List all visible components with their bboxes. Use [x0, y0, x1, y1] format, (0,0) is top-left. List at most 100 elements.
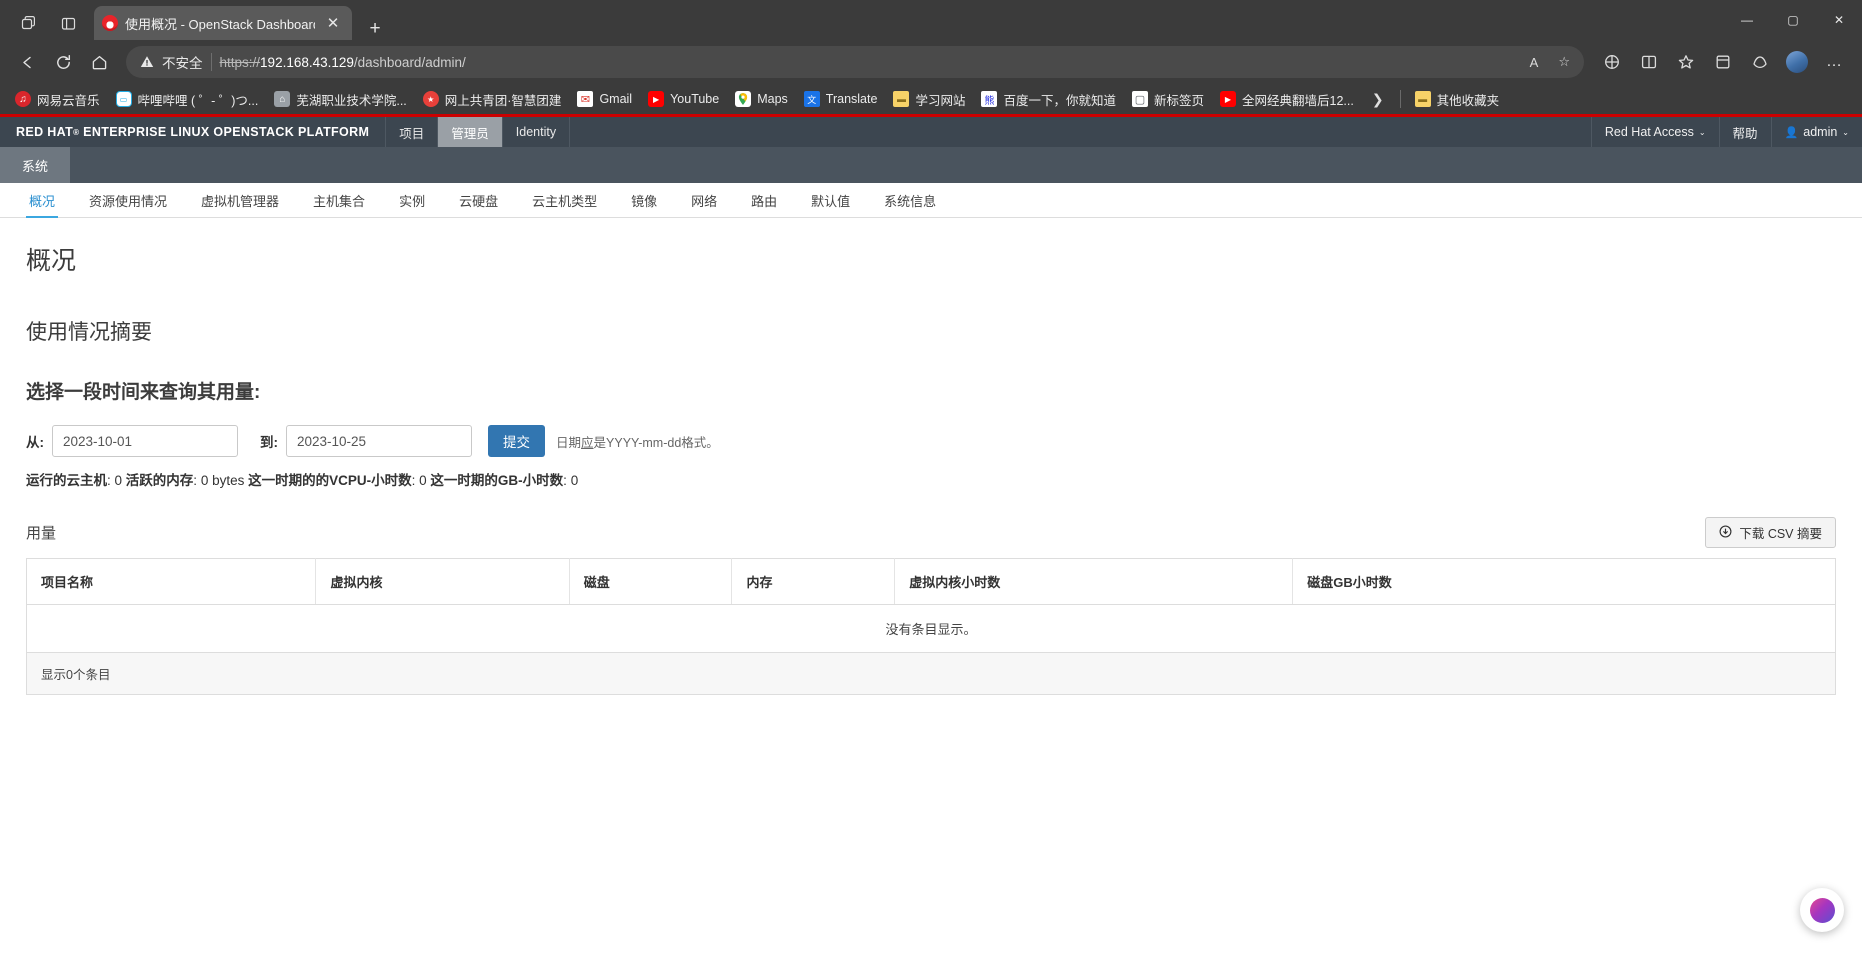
collections-a-icon[interactable]: [1594, 45, 1630, 79]
tab-instances[interactable]: 实例: [382, 183, 442, 217]
tab-strip: 使用概况 - OpenStack Dashboard ✕ + — ▢ ✕: [0, 0, 1862, 40]
tab-system-information[interactable]: 系统信息: [867, 183, 953, 217]
column-ram[interactable]: 内存: [731, 558, 896, 606]
browser-essentials-icon[interactable]: [1742, 45, 1778, 79]
reload-icon[interactable]: [46, 45, 80, 79]
tab-actions-icon[interactable]: [8, 6, 48, 40]
maximize-button[interactable]: ▢: [1770, 0, 1816, 40]
vcpu-hours-label: 这一时期的的VCPU-小时数: [248, 473, 412, 488]
tab-overview[interactable]: 概况: [12, 183, 72, 218]
submit-button[interactable]: 提交: [488, 425, 545, 457]
home-icon[interactable]: [82, 45, 116, 79]
hint-suffix: 是YYYY-mm-dd格式。: [593, 435, 719, 450]
chevron-down-icon: ⌄: [1842, 127, 1849, 137]
bookmark-item[interactable]: 熊 百度一下，你就知道: [974, 87, 1123, 112]
running-instances-label: 运行的云主机: [26, 473, 107, 488]
gb-hours-value: 0: [570, 473, 579, 488]
column-vcpu-hours[interactable]: 虚拟内核小时数: [894, 558, 1294, 606]
usage-table-title: 用量: [26, 525, 57, 543]
secondary-nav: 系统: [0, 147, 1862, 183]
split-screen-icon[interactable]: [1631, 45, 1667, 79]
window-controls: — ▢ ✕: [1724, 0, 1862, 40]
download-csv-label: 下载 CSV 摘要: [1739, 527, 1822, 542]
bookmark-label: 全网经典翻墙后12...: [1242, 93, 1354, 108]
back-icon[interactable]: [10, 45, 44, 79]
profile-avatar[interactable]: [1779, 45, 1815, 79]
read-aloud-icon[interactable]: A: [1524, 55, 1545, 70]
column-vcpus[interactable]: 虚拟内核: [315, 558, 570, 606]
from-label: 从:: [26, 435, 44, 450]
collections-icon[interactable]: [1705, 45, 1741, 79]
page-tabs: 概况 资源使用情况 虚拟机管理器 主机集合 实例 云硬盘 云主机类型 镜像 网络…: [0, 183, 1862, 218]
tab-flavors[interactable]: 云主机类型: [515, 183, 614, 217]
bookmark-item[interactable]: ✉ Gmail: [570, 88, 639, 110]
nav-item-project[interactable]: 项目: [386, 117, 439, 147]
from-date-input[interactable]: [52, 425, 238, 457]
gmail-icon: ✉: [577, 91, 594, 107]
copilot-icon: [1809, 897, 1835, 923]
bookmark-label: 芜湖职业技术学院...: [296, 93, 407, 108]
user-menu[interactable]: 👤 admin ⌄: [1770, 117, 1862, 147]
tab-networks[interactable]: 网络: [674, 183, 734, 217]
column-project-name[interactable]: 项目名称: [26, 558, 317, 606]
browser-toolbar: 不安全 https://192.168.43.129/dashboard/adm…: [0, 40, 1862, 84]
bookmark-item[interactable]: ▶ YouTube: [641, 88, 726, 110]
tab-images[interactable]: 镜像: [614, 183, 674, 217]
bookmark-item[interactable]: 文 Translate: [797, 88, 885, 110]
close-icon[interactable]: ✕: [322, 12, 344, 34]
usage-table-head: 项目名称 虚拟内核 磁盘 内存 虚拟内核小时数 磁盘GB小时数: [26, 558, 1836, 606]
copilot-button[interactable]: [1800, 888, 1844, 932]
minimize-button[interactable]: —: [1724, 0, 1770, 40]
settings-and-more-icon[interactable]: …: [1816, 45, 1852, 79]
subnav-item-system[interactable]: 系统: [0, 147, 71, 183]
to-label: 到:: [260, 435, 278, 450]
red-hat-access-menu[interactable]: Red Hat Access ⌄: [1590, 117, 1719, 147]
bookmark-item[interactable]: Maps: [728, 88, 795, 110]
help-link[interactable]: 帮助: [1718, 117, 1771, 147]
tab-search-icon[interactable]: [48, 6, 88, 40]
bookmark-item[interactable]: ♫ 网易云音乐: [8, 87, 107, 112]
address-bar[interactable]: 不安全 https://192.168.43.129/dashboard/adm…: [126, 46, 1584, 78]
bookmark-item[interactable]: ▭ 哔哩哔哩 ( ゜- ゜)つ...: [109, 87, 266, 112]
chevron-right-icon[interactable]: ❯: [1363, 91, 1393, 108]
new-tab-button[interactable]: +: [364, 18, 386, 40]
nav-item-admin[interactable]: 管理员: [438, 117, 503, 147]
other-favorites-button[interactable]: ▬ 其他收藏夹: [1408, 87, 1507, 112]
bookmark-item[interactable]: ▢ 新标签页: [1125, 87, 1211, 112]
window-close-button[interactable]: ✕: [1816, 0, 1862, 40]
tab-routers[interactable]: 路由: [734, 183, 794, 217]
bookmark-item[interactable]: ⌂ 芜湖职业技术学院...: [267, 87, 413, 112]
bookmark-item[interactable]: ★ 网上共青团·智慧团建: [416, 87, 569, 112]
tab-hypervisors[interactable]: 虚拟机管理器: [184, 183, 296, 217]
tab-resource-usage[interactable]: 资源使用情况: [72, 183, 184, 217]
bookmark-item[interactable]: ▬ 学习网站: [886, 87, 972, 112]
header-right-nav: Red Hat Access ⌄ 帮助 👤 admin ⌄: [1590, 117, 1862, 147]
main-content: 概况 使用情况摘要 选择一段时间来查询其用量: 从: 到: 提交 日期应是YYY…: [0, 218, 1862, 696]
tab-host-aggregates[interactable]: 主机集合: [296, 183, 382, 217]
app-header: RED HAT ® ENTERPRISE LINUX OPENSTACK PLAT…: [0, 117, 1862, 147]
favorites-icon[interactable]: [1668, 45, 1704, 79]
tab-volumes[interactable]: 云硬盘: [442, 183, 515, 217]
to-date-input[interactable]: [286, 425, 472, 457]
column-disk-gb-hours[interactable]: 磁盘GB小时数: [1292, 558, 1836, 606]
chevron-down-icon: ⌄: [1698, 127, 1706, 137]
tab-defaults[interactable]: 默认值: [794, 183, 867, 217]
address-bar-url: https://192.168.43.129/dashboard/admin/: [220, 55, 466, 70]
column-disk[interactable]: 磁盘: [569, 558, 733, 606]
vcpu-hours-value: 0: [419, 473, 427, 488]
bookmark-label: Translate: [825, 92, 878, 106]
gb-hours-label: 这一时期的GB-小时数: [430, 473, 564, 488]
date-format-hint: 日期应是YYYY-mm-dd格式。: [556, 432, 719, 451]
nav-item-identity[interactable]: Identity: [503, 117, 571, 147]
bookmark-item[interactable]: ▶ 全网经典翻墙后12...: [1213, 87, 1361, 112]
browser-chrome: 使用概况 - OpenStack Dashboard ✕ + — ▢ ✕ 不安全…: [0, 0, 1862, 114]
row-count-label: 显示0个条目: [26, 652, 1836, 695]
form-title: 选择一段时间来查询其用量:: [26, 382, 261, 403]
brand-redhat: RED HAT: [16, 125, 74, 139]
browser-tab[interactable]: 使用概况 - OpenStack Dashboard ✕: [94, 6, 352, 40]
bookmark-label: 学习网站: [915, 93, 966, 108]
youtube-icon: ▶: [648, 91, 665, 107]
download-csv-button[interactable]: 下载 CSV 摘要: [1705, 517, 1836, 549]
bookmark-label: 新标签页: [1153, 93, 1204, 108]
favorite-star-icon[interactable]: ☆: [1552, 54, 1576, 70]
